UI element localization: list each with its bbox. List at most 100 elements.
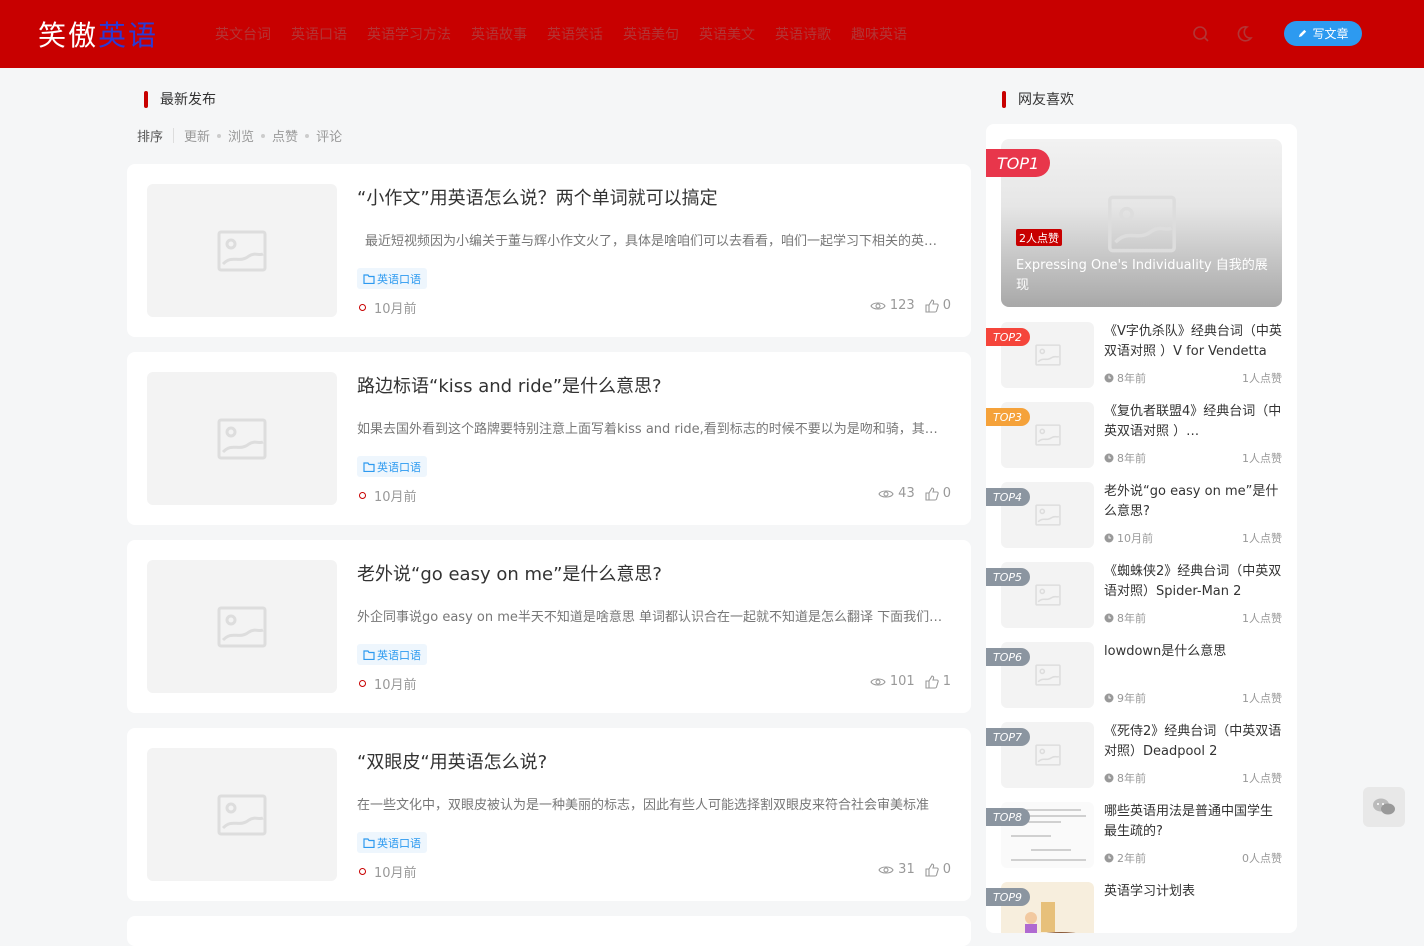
- rank-item[interactable]: TOP7 《死侍2》经典台词（中英双语对照）Deadpool 2 8年前 1人点…: [986, 722, 1297, 794]
- rank-likes: 1人点赞: [1242, 532, 1282, 545]
- eye-icon: [878, 489, 894, 498]
- nav-item[interactable]: 趣味英语: [851, 24, 907, 44]
- rank-time: 8年前: [1104, 450, 1146, 466]
- image-placeholder-icon[interactable]: [147, 372, 337, 505]
- wechat-float-button[interactable]: [1363, 787, 1405, 827]
- nav-item[interactable]: 英语诗歌: [775, 24, 831, 44]
- like-count: 0: [942, 298, 951, 313]
- post-title[interactable]: “小作文”用英语怎么说？两个单词就可以搞定: [357, 184, 718, 210]
- logo-part2: 英语: [98, 19, 159, 52]
- nav-item[interactable]: 英语故事: [471, 24, 527, 44]
- nav-item[interactable]: 英语口语: [291, 24, 347, 44]
- clock-icon: [1104, 373, 1114, 383]
- time-text: 10月前: [374, 678, 417, 693]
- rank-title[interactable]: lowdown是什么意思: [1104, 642, 1284, 662]
- rank-time: 2年前: [1104, 850, 1146, 866]
- post-title[interactable]: 老外说“go easy on me”是什么意思?: [357, 560, 662, 586]
- post-card[interactable]: 老外说“go easy on me”是什么意思? 外企同事说go easy on…: [127, 540, 971, 713]
- rank-time-text: 8年前: [1117, 772, 1146, 785]
- clock-icon: [1104, 453, 1114, 463]
- tag-label: 英语口语: [377, 460, 421, 474]
- rank-title[interactable]: 《复仇者联盟4》经典台词（中英双语对照 ）…: [1104, 402, 1284, 442]
- post-card[interactable]: “小作文”用英语怎么说？两个单词就可以搞定 最近短视频因为小编关于董与辉小作文火…: [127, 164, 971, 337]
- rank-item[interactable]: TOP2 《V字仇杀队》经典台词（中英双语对照 ）V for Vendetta …: [986, 322, 1297, 394]
- rank-likes: 0人点赞: [1242, 852, 1282, 865]
- site-logo[interactable]: 笑傲英语: [38, 14, 158, 54]
- post-excerpt: 在一些文化中，双眼皮被认为是一种美丽的标志，因此有些人可能选择割双眼皮来符合社会…: [357, 798, 930, 813]
- rank-time-text: 9年前: [1117, 692, 1146, 705]
- nav-item[interactable]: 英语美句: [623, 24, 679, 44]
- category-tag[interactable]: 英语口语: [357, 644, 427, 665]
- like-count: 1: [942, 674, 951, 689]
- post-time: 10月前: [359, 298, 417, 317]
- nav-item[interactable]: 英文台词: [215, 24, 271, 44]
- wechat-icon: [1373, 798, 1395, 815]
- rank-title[interactable]: 《蜘蛛侠2》经典台词（中英双语对照）Spider-Man 2: [1104, 562, 1284, 602]
- top1-title[interactable]: Expressing One's Individuality 自我的展现: [1016, 256, 1271, 296]
- rank-title[interactable]: 哪些英语用法是普通中国学生最生疏的?: [1104, 802, 1284, 842]
- post-card-partial[interactable]: [127, 916, 971, 946]
- sort-option-views[interactable]: 浏览: [228, 126, 254, 145]
- view-count: 31: [898, 862, 915, 877]
- rank-likes: 1人点赞: [1242, 372, 1282, 385]
- popular-title-text: 网友喜欢: [1018, 92, 1074, 108]
- popular-section-title: 网友喜欢: [1002, 89, 1074, 109]
- category-tag[interactable]: 英语口语: [357, 832, 427, 853]
- sort-option-likes[interactable]: 点赞: [272, 126, 298, 145]
- rank-likes: 1人点赞: [1242, 692, 1282, 705]
- rank-title[interactable]: 《V字仇杀队》经典台词（中英双语对照 ）V for Vendetta: [1104, 322, 1284, 362]
- view-count: 123: [889, 298, 915, 313]
- folder-icon: [363, 461, 375, 472]
- rank-item[interactable]: TOP3 《复仇者联盟4》经典台词（中英双语对照 ）… 8年前 1人点赞: [986, 402, 1297, 474]
- image-placeholder-icon[interactable]: [147, 560, 337, 693]
- rank-item[interactable]: TOP5 《蜘蛛侠2》经典台词（中英双语对照）Spider-Man 2 8年前 …: [986, 562, 1297, 634]
- post-excerpt: 最近短视频因为小编关于董与辉小作文火了，具体是啥咱们可以去看看，咱们一起学习下相…: [365, 234, 947, 249]
- rank-title[interactable]: 英语学习计划表: [1104, 882, 1284, 902]
- post-card[interactable]: “双眼皮“用英语怎么说? 在一些文化中，双眼皮被认为是一种美丽的标志，因此有些人…: [127, 728, 971, 901]
- sort-option-update[interactable]: 更新: [184, 126, 210, 145]
- rank-time-text: 8年前: [1117, 372, 1146, 385]
- clock-icon: [1104, 853, 1114, 863]
- latest-section-title: 最新发布: [144, 89, 216, 109]
- time-text: 10月前: [374, 302, 417, 317]
- rank-time: 8年前: [1104, 370, 1146, 386]
- rank-item[interactable]: TOP6 lowdown是什么意思 9年前 1人点赞: [986, 642, 1297, 714]
- post-title[interactable]: 路边标语“kiss and ride”是什么意思?: [357, 372, 662, 398]
- thumbs-up-icon: [925, 298, 939, 313]
- rank-title[interactable]: 老外说“go easy on me”是什么意思?: [1104, 482, 1284, 522]
- category-tag[interactable]: 英语口语: [357, 456, 427, 477]
- view-count: 43: [898, 486, 915, 501]
- post-card[interactable]: 路边标语“kiss and ride”是什么意思? 如果去国外看到这个路牌要特别…: [127, 352, 971, 525]
- rank-badge: TOP3: [986, 408, 1030, 426]
- like-count: 0: [942, 862, 951, 877]
- rank-item[interactable]: TOP8 哪些英语用法是普通中国学生最生疏的? 2年前 0人点赞: [986, 802, 1297, 874]
- rank-badge: TOP9: [986, 888, 1030, 906]
- post-excerpt: 如果去国外看到这个路牌要特别注意上面写着kiss and ride,看到标志的时…: [357, 422, 947, 437]
- rank-title[interactable]: 《死侍2》经典台词（中英双语对照）Deadpool 2: [1104, 722, 1284, 762]
- moon-icon[interactable]: [1232, 22, 1256, 46]
- write-article-button[interactable]: 写文章: [1284, 21, 1362, 46]
- nav-item[interactable]: 英语笑话: [547, 24, 603, 44]
- post-time: 10月前: [359, 862, 417, 881]
- search-icon[interactable]: [1189, 22, 1213, 46]
- sort-option-comments[interactable]: 评论: [316, 126, 342, 145]
- nav-item[interactable]: 英语美文: [699, 24, 755, 44]
- post-stats: 101 1: [870, 674, 951, 689]
- rank-likes: 1人点赞: [1242, 612, 1282, 625]
- rank-item[interactable]: TOP9 英语学习计划表: [986, 882, 1297, 933]
- image-placeholder-icon[interactable]: [147, 748, 337, 881]
- pencil-icon: [1299, 29, 1307, 38]
- eye-icon: [870, 301, 886, 310]
- rank-badge: TOP6: [986, 648, 1030, 666]
- rank-item[interactable]: TOP4 老外说“go easy on me”是什么意思? 10月前 1人点赞: [986, 482, 1297, 554]
- rank-time-text: 10月前: [1117, 532, 1153, 545]
- rank-likes: 1人点赞: [1242, 772, 1282, 785]
- category-tag[interactable]: 英语口语: [357, 268, 427, 289]
- post-title[interactable]: “双眼皮“用英语怎么说?: [357, 748, 547, 774]
- thumbs-up-icon: [925, 674, 939, 689]
- thumbs-up-icon: [925, 862, 939, 877]
- image-placeholder-icon[interactable]: [147, 184, 337, 317]
- post-time: 10月前: [359, 674, 417, 693]
- nav-item[interactable]: 英语学习方法: [367, 24, 451, 44]
- logo-part1: 笑傲: [38, 19, 99, 52]
